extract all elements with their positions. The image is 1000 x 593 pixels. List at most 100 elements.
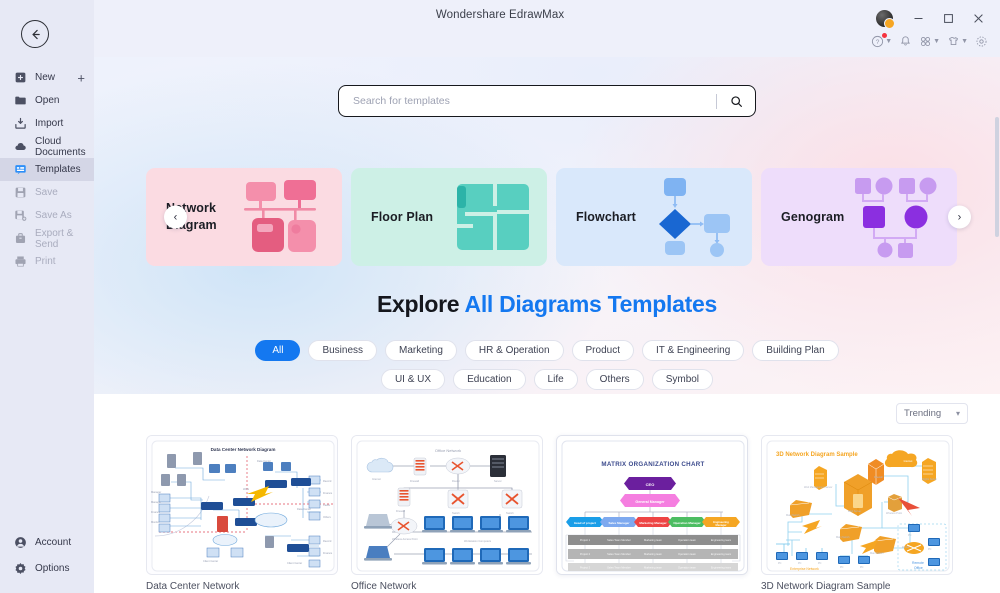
sidebar-item-label: Print	[35, 256, 56, 267]
filter-chip-it-engineering[interactable]: IT & Engineering	[641, 340, 745, 361]
svg-text:Data Center: Data Center	[257, 459, 271, 463]
sidebar-item-options[interactable]: Options	[0, 555, 94, 581]
maximize-button[interactable]	[934, 8, 962, 28]
template-card-matrix-org-chart[interactable]: MATRIX ORGANIZATION CHART CEO General Ma…	[556, 435, 748, 592]
help-icon[interactable]: ? ▼	[869, 33, 894, 50]
filter-chip-hr-operation[interactable]: HR & Operation	[464, 340, 564, 361]
sidebar-item-cloud-documents[interactable]: Cloud Documents	[0, 135, 94, 158]
sidebar-item-account[interactable]: Account	[0, 529, 94, 555]
matrix-org-chart-thumb[interactable]: MATRIX ORGANIZATION CHART CEO General Ma…	[556, 435, 748, 575]
sidebar-nav: New + Open Import Cloud Documents Templa…	[0, 66, 94, 273]
sidebar-item-label: New	[35, 72, 56, 83]
thumb-title: 3D Network Diagram Sample	[776, 452, 858, 458]
svg-text:Engineering team: Engineering team	[711, 538, 731, 542]
svg-text:PC: PC	[860, 566, 864, 569]
template-grid: Data Center Network Diagram Data Center …	[94, 435, 1000, 592]
window-title: Wondershare EdrawMax	[435, 9, 565, 21]
svg-text:Router: Router	[902, 546, 910, 549]
svg-text:Sales Team Member: Sales Team Member	[607, 566, 631, 570]
avatar[interactable]	[876, 9, 895, 29]
carousel-next-button[interactable]: ›	[948, 205, 971, 229]
sidebar-item-import[interactable]: Import	[0, 112, 94, 135]
svg-text:Main Switch: Main Switch	[786, 514, 800, 517]
notification-bell-icon[interactable]	[897, 33, 914, 50]
apps-grid-icon[interactable]: ▼	[917, 33, 942, 50]
sidebar-item-label: Open	[35, 95, 60, 106]
settings-gear-icon[interactable]	[973, 33, 990, 50]
carousel-prev-button[interactable]: ‹	[164, 205, 187, 229]
template-card-label: 3D Network Diagram Sample	[761, 581, 891, 592]
chevron-down-icon: ▾	[955, 409, 960, 418]
filter-chip-symbol[interactable]: Symbol	[651, 369, 714, 390]
sidebar-item-templates[interactable]: Templates	[0, 158, 94, 181]
svg-text:Web Server: Web Server	[848, 510, 861, 513]
filter-chip-others[interactable]: Others	[585, 369, 644, 390]
sidebar-item-label: Save	[35, 187, 58, 198]
search-button[interactable]	[717, 86, 755, 116]
svg-text:Wireless Point: Wireless Point	[886, 512, 902, 515]
category-card-genogram[interactable]: Genogram	[761, 168, 957, 266]
sort-bar: Trending ▾	[94, 403, 1000, 431]
account-icon	[14, 536, 27, 549]
thumb-title: MATRIX ORGANIZATION CHART	[601, 461, 704, 468]
template-card-office-network[interactable]: Office Network Internet Firewall Router …	[351, 435, 543, 592]
svg-text:Sales Team Member: Sales Team Member	[607, 538, 631, 542]
export-send-icon	[14, 232, 27, 245]
template-card-label: Office Network	[351, 581, 417, 592]
filter-chip-product[interactable]: Product	[571, 340, 634, 361]
category-filter-row-2: UI & UX Education Life Others Symbol	[94, 369, 1000, 390]
template-card-3d-network-diagram[interactable]: 3D Network Diagram Sample Internet Web M…	[761, 435, 953, 592]
sort-select-value: Trending	[904, 408, 942, 419]
svg-text:Server: Server	[494, 479, 502, 483]
floor-plan-art	[437, 168, 541, 266]
chevron-down-icon: ▼	[885, 38, 893, 45]
svg-text:Firewall: Firewall	[410, 479, 419, 483]
svg-text:Marketing Manager: Marketing Manager	[639, 521, 667, 525]
svg-text:Office: Office	[914, 566, 923, 570]
filter-chip-business[interactable]: Business	[308, 340, 378, 361]
minimize-button[interactable]	[904, 8, 932, 28]
svg-text:WAN: WAN	[243, 487, 249, 491]
filter-chip-marketing[interactable]: Marketing	[385, 340, 457, 361]
sidebar-item-new[interactable]: New +	[0, 66, 94, 89]
category-filters: All Business Marketing HR & Operation Pr…	[94, 340, 1000, 398]
search-bar[interactable]	[338, 85, 756, 117]
filter-chip-building-plan[interactable]: Building Plan	[752, 340, 839, 361]
svg-text:PC: PC	[840, 566, 844, 569]
category-card-title: Floor Plan	[371, 209, 434, 224]
page-title: Explore All Diagrams Templates	[94, 291, 1000, 318]
back-button[interactable]	[21, 20, 49, 48]
new-plus-icon[interactable]: +	[77, 71, 85, 84]
new-file-icon	[14, 71, 27, 84]
filter-chip-life[interactable]: Life	[533, 369, 578, 390]
category-card-flowchart[interactable]: Flowchart	[556, 168, 752, 266]
sort-select[interactable]: Trending ▾	[896, 403, 968, 424]
filter-chip-education[interactable]: Education	[453, 369, 526, 390]
save-as-icon	[14, 209, 27, 222]
theme-shirt-icon[interactable]: ▼	[945, 33, 970, 50]
office-network-thumb[interactable]: Office Network Internet Firewall Router …	[351, 435, 543, 575]
close-button[interactable]	[964, 8, 992, 28]
svg-text:Marketing team: Marketing team	[644, 566, 662, 570]
data-center-network-thumb[interactable]: Data Center Network Diagram Data Center …	[146, 435, 338, 575]
svg-text:?: ?	[876, 39, 880, 46]
filter-chip-ui-ux[interactable]: UI & UX	[380, 369, 446, 390]
svg-text:Operation Manager: Operation Manager	[673, 521, 701, 525]
svg-text:Main Switch: Main Switch	[836, 536, 850, 539]
svg-text:Wireless Access Point: Wireless Access Point	[392, 537, 418, 541]
thumb-title: Data Center Network Diagram	[211, 447, 276, 452]
category-card-floor-plan[interactable]: Floor Plan	[351, 168, 547, 266]
filter-chip-all[interactable]: All	[255, 340, 301, 361]
svg-text:Finance: Finance	[323, 551, 333, 555]
search-input[interactable]	[339, 95, 716, 107]
svg-text:Internet: Internet	[372, 477, 381, 481]
template-card-data-center-network[interactable]: Data Center Network Diagram Data Center …	[146, 435, 338, 592]
vertical-scrollbar[interactable]	[995, 117, 999, 237]
svg-text:Remote: Remote	[912, 561, 924, 565]
3d-network-diagram-thumb[interactable]: 3D Network Diagram Sample Internet Web M…	[761, 435, 953, 575]
svg-text:Manager: Manager	[151, 490, 161, 494]
sidebar-item-label: Account	[35, 536, 72, 548]
svg-text:Finance: Finance	[323, 491, 333, 495]
sidebar-item-label: Options	[35, 562, 70, 574]
sidebar-item-open[interactable]: Open	[0, 89, 94, 112]
